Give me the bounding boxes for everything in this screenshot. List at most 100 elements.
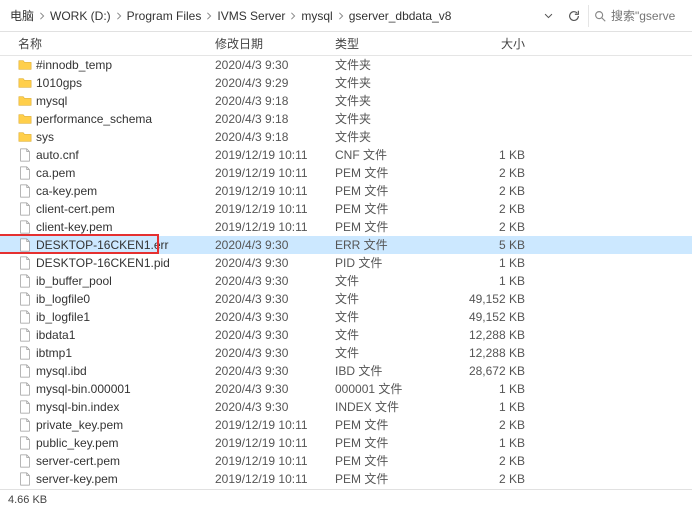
cell-name: public_key.pem	[0, 434, 215, 452]
cell-type: 文件	[335, 344, 435, 362]
refresh-button[interactable]	[562, 4, 586, 28]
cell-size: 12,288 KB	[435, 344, 545, 362]
cell-type: 文件	[335, 326, 435, 344]
cell-size: 2 KB	[435, 218, 545, 236]
column-size[interactable]: 大小	[435, 35, 545, 52]
chevron-right-icon	[36, 9, 48, 23]
table-row[interactable]: mysql-bin.index2020/4/3 9:30INDEX 文件1 KB	[0, 398, 692, 416]
table-row[interactable]: ib_logfile02020/4/3 9:30文件49,152 KB	[0, 290, 692, 308]
table-row[interactable]: client-key.pem2019/12/19 10:11PEM 文件2 KB	[0, 218, 692, 236]
cell-type: 文件夹	[335, 92, 435, 110]
file-icon	[18, 310, 32, 324]
file-name: ibdata1	[36, 326, 75, 344]
cell-size: 1 KB	[435, 380, 545, 398]
file-list[interactable]: #innodb_temp2020/4/3 9:30文件夹1010gps2020/…	[0, 56, 692, 486]
table-row[interactable]: public_key.pem2019/12/19 10:11PEM 文件1 KB	[0, 434, 692, 452]
file-name: ib_buffer_pool	[36, 272, 112, 290]
status-bar: 4.66 KB	[0, 489, 692, 509]
cell-type: ERR 文件	[335, 236, 435, 254]
cell-date: 2020/4/3 9:30	[215, 56, 335, 74]
file-name: DESKTOP-16CKEN1.err	[36, 236, 169, 254]
search-input[interactable]	[611, 9, 684, 23]
cell-name: ib_logfile0	[0, 290, 215, 308]
file-icon	[18, 328, 32, 342]
cell-type: INDEX 文件	[335, 398, 435, 416]
cell-size: 12,288 KB	[435, 326, 545, 344]
file-name: mysql.ibd	[36, 362, 87, 380]
table-row[interactable]: ib_buffer_pool2020/4/3 9:30文件1 KB	[0, 272, 692, 290]
cell-type: 文件夹	[335, 56, 435, 74]
breadcrumb-segment[interactable]: Program Files	[127, 9, 202, 23]
history-dropdown-button[interactable]	[536, 4, 560, 28]
table-row[interactable]: ca.pem2019/12/19 10:11PEM 文件2 KB	[0, 164, 692, 182]
cell-type: PEM 文件	[335, 200, 435, 218]
table-row[interactable]: mysql2020/4/3 9:18文件夹	[0, 92, 692, 110]
column-name[interactable]: 名称	[0, 35, 215, 52]
file-icon	[18, 256, 32, 270]
status-size: 4.66 KB	[8, 494, 47, 506]
table-row[interactable]: server-key.pem2019/12/19 10:11PEM 文件2 KB	[0, 470, 692, 486]
cell-type: PEM 文件	[335, 218, 435, 236]
table-row[interactable]: ibtmp12020/4/3 9:30文件12,288 KB	[0, 344, 692, 362]
cell-size: 1 KB	[435, 434, 545, 452]
table-row[interactable]: ca-key.pem2019/12/19 10:11PEM 文件2 KB	[0, 182, 692, 200]
cell-date: 2020/4/3 9:30	[215, 326, 335, 344]
search-box[interactable]	[588, 5, 688, 27]
breadcrumb[interactable]: 电脑 WORK (D:) Program Files IVMS Server mysql…	[4, 7, 534, 24]
cell-size: 2 KB	[435, 452, 545, 470]
file-name: 1010gps	[36, 74, 82, 92]
column-type[interactable]: 类型	[335, 35, 435, 52]
breadcrumb-segment[interactable]: WORK (D:)	[50, 9, 111, 23]
cell-name: performance_schema	[0, 110, 215, 128]
file-name: performance_schema	[36, 110, 152, 128]
cell-name: client-cert.pem	[0, 200, 215, 218]
file-icon	[18, 238, 32, 252]
file-name: DESKTOP-16CKEN1.pid	[36, 254, 170, 272]
table-row[interactable]: ib_logfile12020/4/3 9:30文件49,152 KB	[0, 308, 692, 326]
folder-icon	[18, 58, 32, 72]
table-row[interactable]: #innodb_temp2020/4/3 9:30文件夹	[0, 56, 692, 74]
table-row[interactable]: DESKTOP-16CKEN1.pid2020/4/3 9:30PID 文件1 …	[0, 254, 692, 272]
table-row[interactable]: private_key.pem2019/12/19 10:11PEM 文件2 K…	[0, 416, 692, 434]
cell-size: 49,152 KB	[435, 290, 545, 308]
file-icon	[18, 454, 32, 468]
cell-name: server-key.pem	[0, 470, 215, 486]
chevron-right-icon	[335, 9, 347, 23]
column-date[interactable]: 修改日期	[215, 35, 335, 52]
table-row[interactable]: 1010gps2020/4/3 9:29文件夹	[0, 74, 692, 92]
cell-name: mysql-bin.index	[0, 398, 215, 416]
file-icon	[18, 292, 32, 306]
file-icon	[18, 382, 32, 396]
folder-icon	[18, 130, 32, 144]
breadcrumb-segment[interactable]: gserver_dbdata_v8	[349, 9, 452, 23]
table-row[interactable]: ibdata1 2020/4/3 9:30文件12,288 KB	[0, 326, 692, 344]
table-row[interactable]: mysql.ibd2020/4/3 9:30IBD 文件28,672 KB	[0, 362, 692, 380]
file-icon	[18, 166, 32, 180]
table-row[interactable]: sys2020/4/3 9:18文件夹	[0, 128, 692, 146]
cell-date: 2020/4/3 9:30	[215, 254, 335, 272]
cell-date: 2019/12/19 10:11	[215, 146, 335, 164]
search-icon	[593, 9, 607, 23]
file-icon	[18, 418, 32, 432]
breadcrumb-segment[interactable]: 电脑	[10, 7, 34, 24]
table-row[interactable]: mysql-bin.0000012020/4/3 9:30000001 文件1 …	[0, 380, 692, 398]
cell-size: 2 KB	[435, 164, 545, 182]
cell-name: #innodb_temp	[0, 56, 215, 74]
cell-date: 2019/12/19 10:11	[215, 470, 335, 486]
table-row[interactable]: auto.cnf2019/12/19 10:11CNF 文件1 KB	[0, 146, 692, 164]
cell-type: 文件	[335, 290, 435, 308]
cell-type: PEM 文件	[335, 416, 435, 434]
cell-type: 文件夹	[335, 74, 435, 92]
table-row[interactable]: client-cert.pem2019/12/19 10:11PEM 文件2 K…	[0, 200, 692, 218]
table-row[interactable]: performance_schema2020/4/3 9:18文件夹	[0, 110, 692, 128]
cell-size: 49,152 KB	[435, 308, 545, 326]
table-row[interactable]: server-cert.pem2019/12/19 10:11PEM 文件2 K…	[0, 452, 692, 470]
table-row[interactable]: DESKTOP-16CKEN1.err2020/4/3 9:30ERR 文件5 …	[0, 236, 692, 254]
cell-size: 2 KB	[435, 470, 545, 486]
cell-type: 文件夹	[335, 110, 435, 128]
file-name: auto.cnf	[36, 146, 79, 164]
breadcrumb-segment[interactable]: IVMS Server	[217, 9, 285, 23]
file-icon	[18, 472, 32, 486]
breadcrumb-segment[interactable]: mysql	[301, 9, 332, 23]
cell-date: 2019/12/19 10:11	[215, 218, 335, 236]
